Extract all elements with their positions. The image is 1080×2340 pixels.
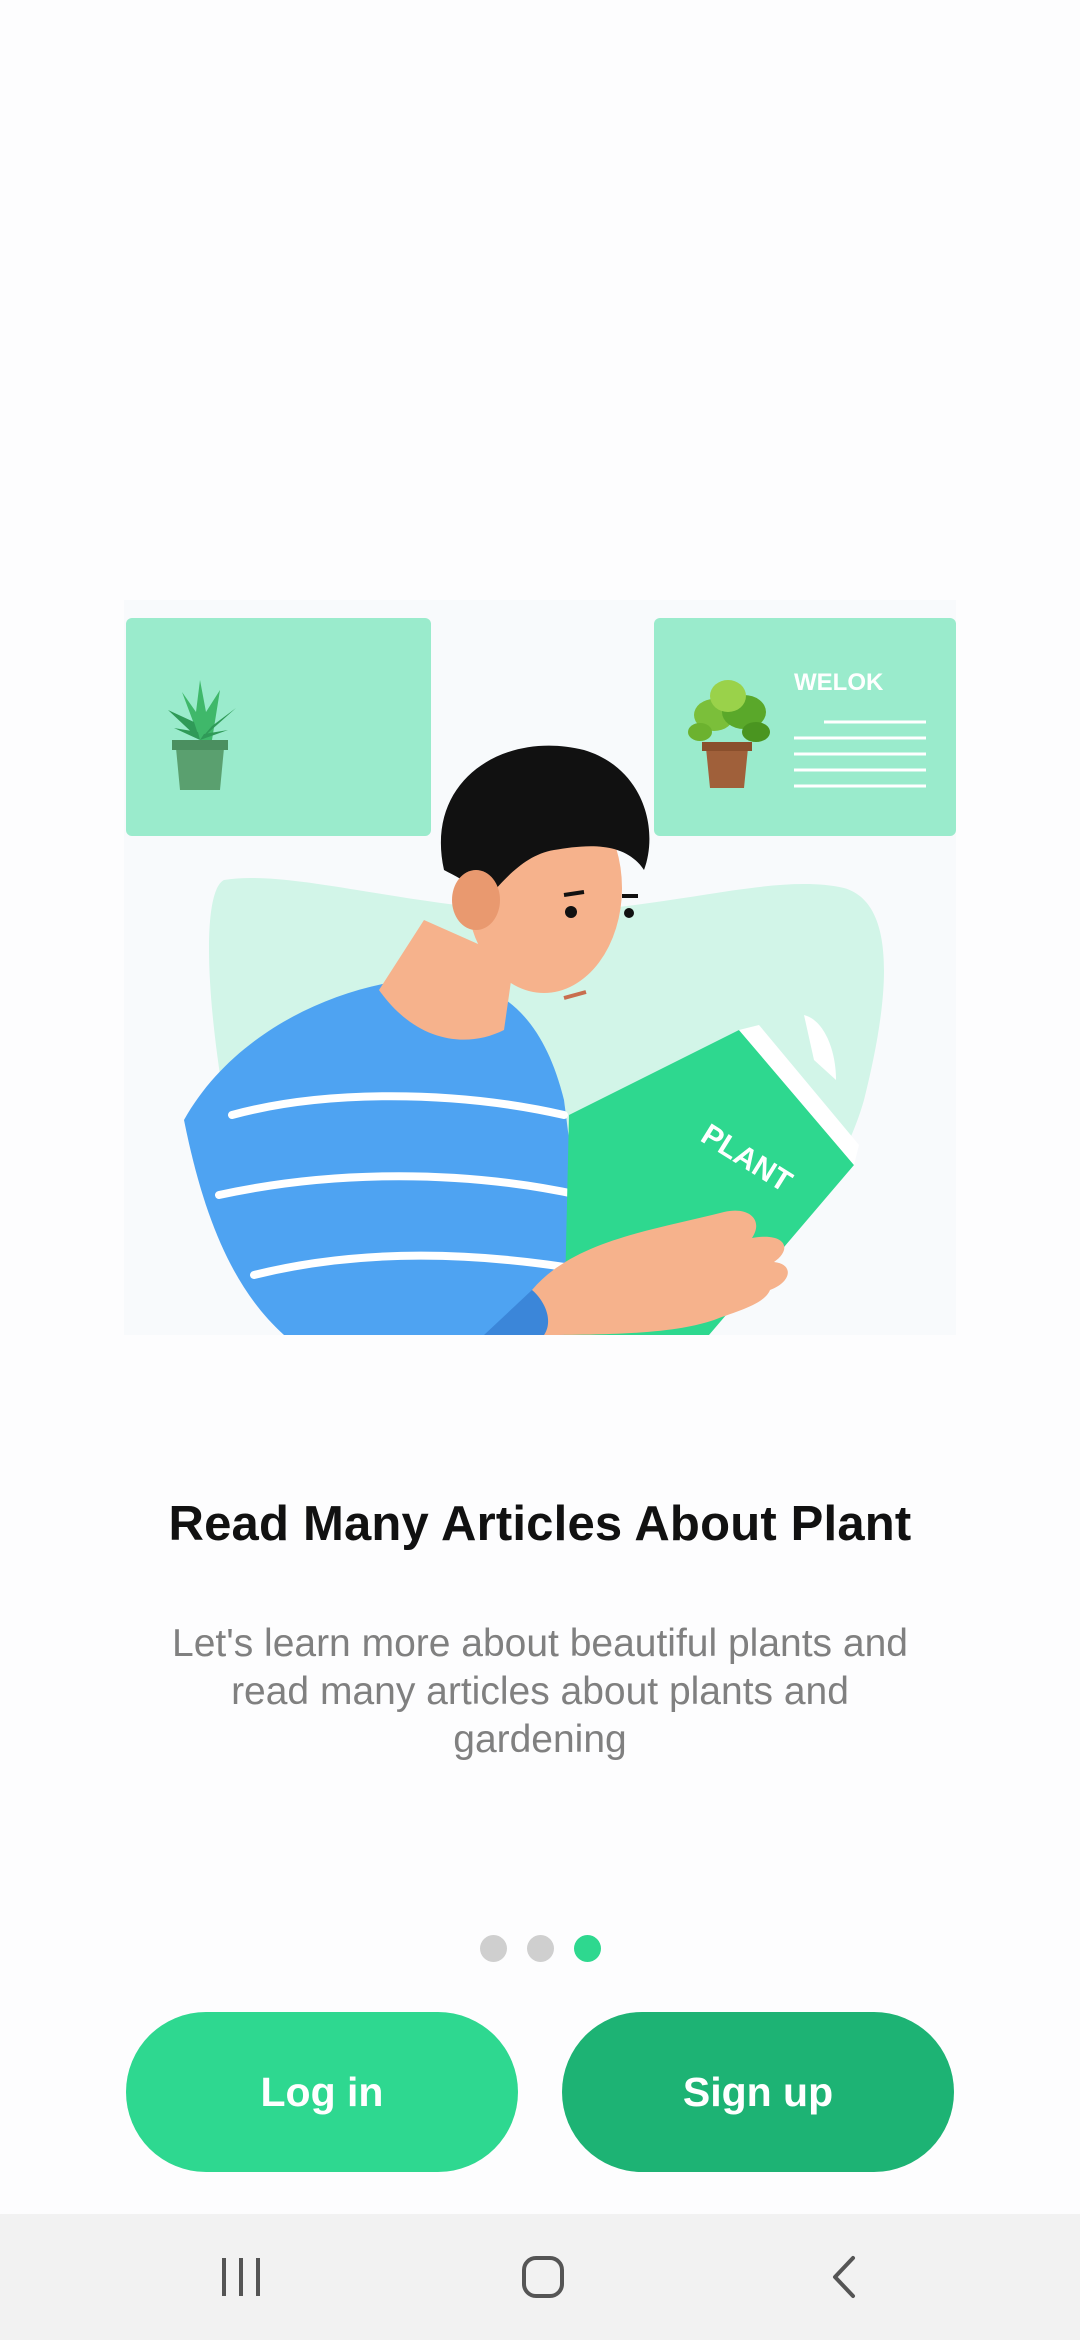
back-icon[interactable] [810,2244,880,2310]
page-title: Read Many Articles About Plant [168,1497,912,1551]
page-dot-3-active[interactable] [573,1935,601,1962]
page-indicator [0,1935,1080,1962]
page-dot-2[interactable] [526,1935,554,1962]
card-heading: WELOK [794,669,884,696]
page-description: Let's learn more about beautiful plants … [172,1622,908,1761]
signup-button[interactable]: Sign up [562,2012,954,2172]
recent-apps-icon[interactable] [206,2244,276,2310]
left-plant-card [126,618,431,836]
onboarding-illustration: WELOK PLANT [124,600,956,1335]
login-button[interactable]: Log in [126,2012,518,2172]
home-icon[interactable] [508,2244,578,2310]
page-dot-1[interactable] [479,1935,507,1962]
system-navigation-bar [0,2214,1080,2340]
